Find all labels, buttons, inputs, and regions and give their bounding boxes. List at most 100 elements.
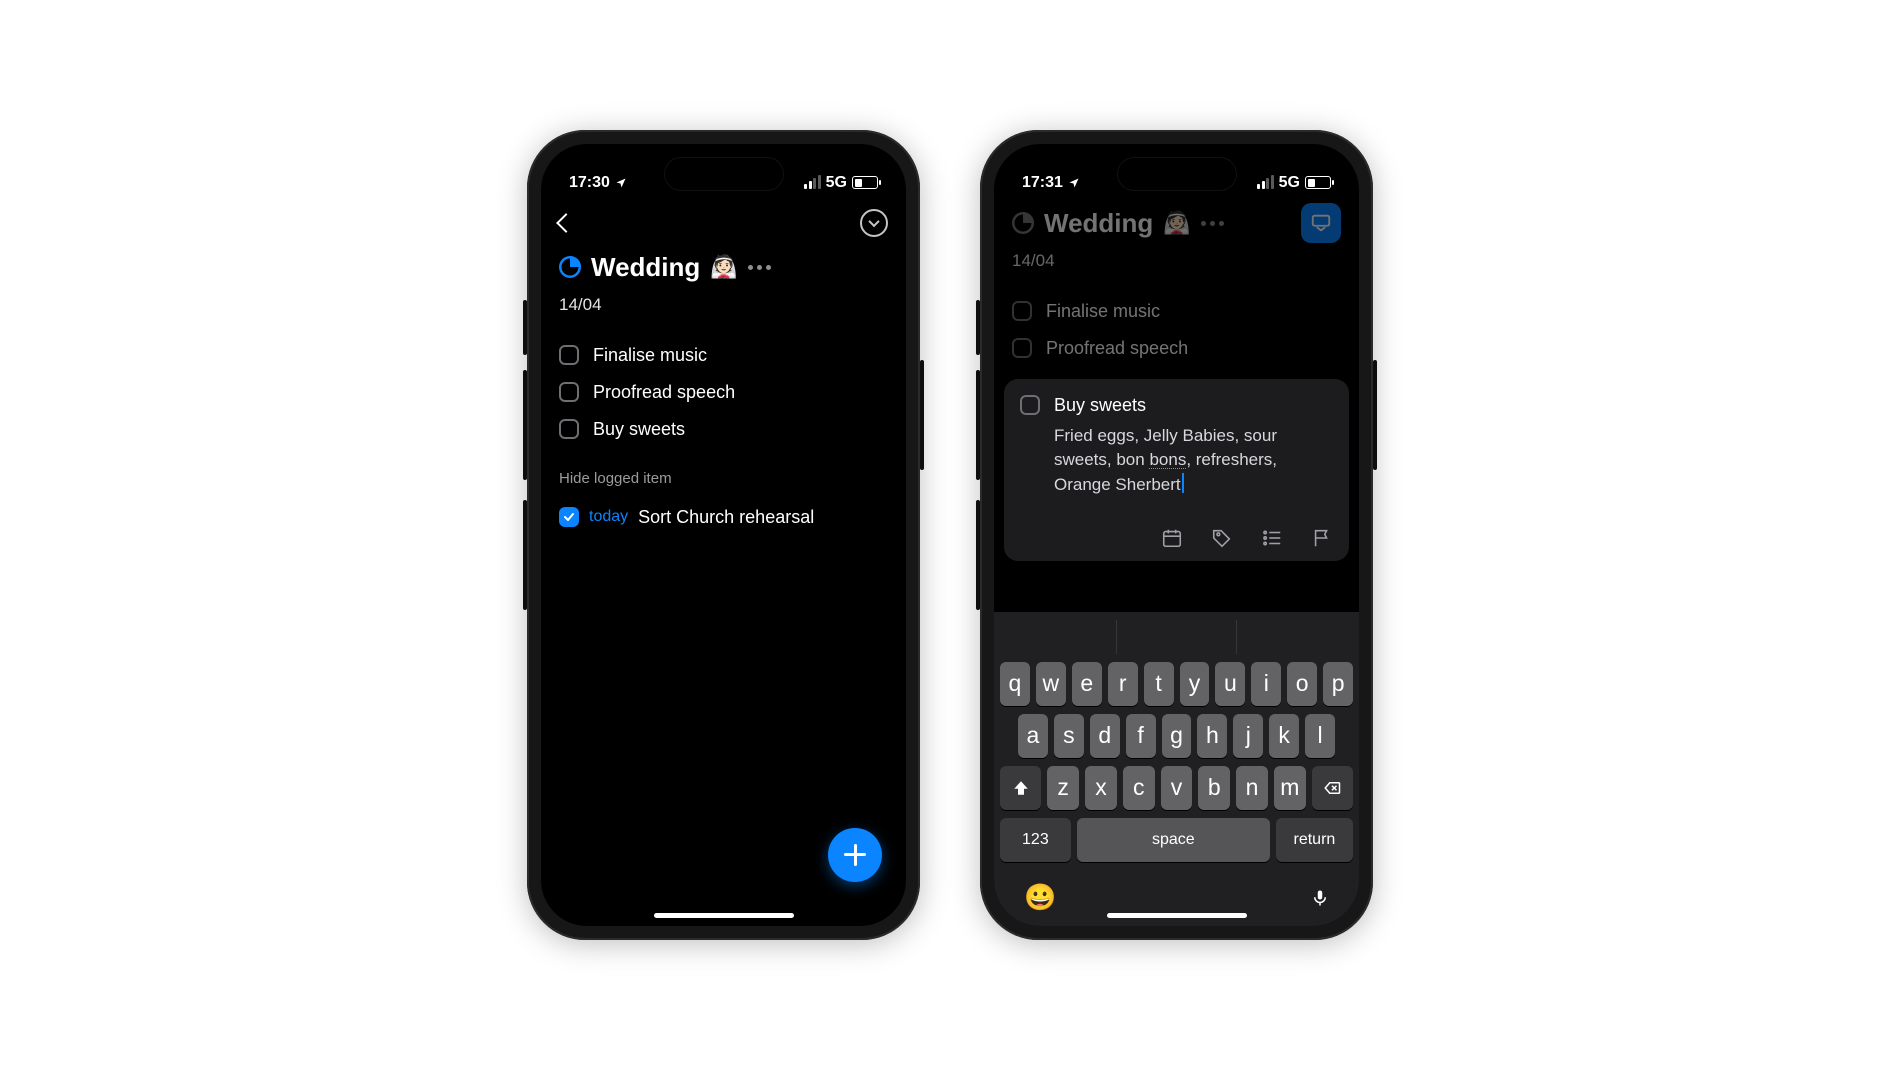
key-v[interactable]: v <box>1161 766 1193 810</box>
progress-ring-icon <box>1012 212 1034 234</box>
expand-button[interactable] <box>860 209 888 237</box>
today-tag: today <box>589 508 628 526</box>
bride-emoji-icon: 👰🏻 <box>1163 210 1190 236</box>
flag-icon[interactable] <box>1311 527 1333 549</box>
project-date: 14/04 <box>559 295 888 315</box>
key-w[interactable]: w <box>1036 662 1066 706</box>
keyboard-row-3: zxcvbnm <box>1000 766 1353 810</box>
edit-task-notes[interactable]: Fried eggs, Jelly Babies, sour sweets, b… <box>1054 424 1333 498</box>
task-title: Buy sweets <box>593 419 685 440</box>
checklist-icon[interactable] <box>1261 527 1283 549</box>
checkbox-icon[interactable] <box>1012 301 1032 321</box>
key-k[interactable]: k <box>1269 714 1299 758</box>
dynamic-island <box>1117 157 1237 191</box>
return-key[interactable]: return <box>1276 818 1353 862</box>
bride-emoji-icon: 👰🏻 <box>710 254 737 280</box>
key-r[interactable]: r <box>1108 662 1138 706</box>
key-q[interactable]: q <box>1000 662 1030 706</box>
status-network: 5G <box>826 174 847 192</box>
checkbox-checked-icon[interactable] <box>559 507 579 527</box>
signal-icon <box>1257 177 1274 189</box>
phone-left: 17:30 5G Wedding 👰🏻 14/04 <box>527 130 920 940</box>
back-button[interactable] <box>556 213 576 233</box>
task-row[interactable]: Proofread speech <box>559 382 888 403</box>
shift-key[interactable] <box>1000 766 1041 810</box>
page-title: Wedding <box>591 252 700 283</box>
calendar-icon[interactable] <box>1161 527 1183 549</box>
keyboard-row-2: asdfghjkl <box>1000 714 1353 758</box>
location-icon <box>615 177 627 189</box>
space-key[interactable]: space <box>1077 818 1270 862</box>
edit-toolbar <box>1020 527 1333 549</box>
task-row[interactable]: Proofread speech <box>1012 338 1341 359</box>
key-n[interactable]: n <box>1236 766 1268 810</box>
task-row[interactable]: Buy sweets <box>559 419 888 440</box>
nav-bar <box>541 198 906 248</box>
key-o[interactable]: o <box>1287 662 1317 706</box>
tag-icon[interactable] <box>1211 527 1233 549</box>
location-icon <box>1068 177 1080 189</box>
key-d[interactable]: d <box>1090 714 1120 758</box>
numbers-key[interactable]: 123 <box>1000 818 1071 862</box>
project-header: Wedding 👰🏻 14/04 <box>541 248 906 315</box>
battery-icon <box>1305 176 1331 189</box>
checkbox-icon[interactable] <box>559 382 579 402</box>
key-g[interactable]: g <box>1162 714 1192 758</box>
checkbox-icon[interactable] <box>1020 395 1040 415</box>
text-cursor <box>1182 473 1184 493</box>
key-u[interactable]: u <box>1215 662 1245 706</box>
key-b[interactable]: b <box>1198 766 1230 810</box>
emoji-key[interactable]: 😀 <box>1024 882 1056 913</box>
predictive-bar[interactable] <box>998 620 1355 654</box>
add-task-button[interactable] <box>828 828 882 882</box>
key-s[interactable]: s <box>1054 714 1084 758</box>
key-y[interactable]: y <box>1180 662 1210 706</box>
key-i[interactable]: i <box>1251 662 1281 706</box>
status-network: 5G <box>1279 174 1300 192</box>
screen: 17:31 5G Wedding 👰🏻 14/04 <box>994 144 1359 926</box>
task-edit-card[interactable]: Buy sweets Fried eggs, Jelly Babies, sou… <box>1004 379 1349 562</box>
edit-task-title[interactable]: Buy sweets <box>1054 395 1333 416</box>
status-time: 17:30 <box>569 174 610 192</box>
key-h[interactable]: h <box>1197 714 1227 758</box>
more-button[interactable] <box>1201 221 1224 226</box>
checkbox-icon[interactable] <box>1012 338 1032 358</box>
phone-right: 17:31 5G Wedding 👰🏻 14/04 <box>980 130 1373 940</box>
key-x[interactable]: x <box>1085 766 1117 810</box>
dictation-key[interactable] <box>1311 885 1329 911</box>
home-indicator[interactable] <box>1107 913 1247 918</box>
task-title: Proofread speech <box>593 382 735 403</box>
key-a[interactable]: a <box>1018 714 1048 758</box>
task-title: Finalise music <box>1046 301 1160 322</box>
keyboard: qwertyuiop asdfghjkl zxcvbnm 123 space r… <box>994 612 1359 926</box>
home-indicator[interactable] <box>654 913 794 918</box>
key-e[interactable]: e <box>1072 662 1102 706</box>
checkbox-icon[interactable] <box>559 345 579 365</box>
key-c[interactable]: c <box>1123 766 1155 810</box>
task-list: Finalise music Proofread speech <box>994 271 1359 359</box>
task-title: Proofread speech <box>1046 338 1188 359</box>
task-list: Finalise music Proofread speech Buy swee… <box>541 315 906 440</box>
task-title: Finalise music <box>593 345 707 366</box>
keyboard-row-4: 123 space return <box>1000 818 1353 862</box>
progress-ring-icon <box>559 256 581 278</box>
more-button[interactable] <box>748 265 771 270</box>
logged-task-title: Sort Church rehearsal <box>638 507 814 528</box>
checkbox-icon[interactable] <box>559 419 579 439</box>
key-f[interactable]: f <box>1126 714 1156 758</box>
key-j[interactable]: j <box>1233 714 1263 758</box>
key-l[interactable]: l <box>1305 714 1335 758</box>
key-t[interactable]: t <box>1144 662 1174 706</box>
logged-task-row[interactable]: today Sort Church rehearsal <box>541 487 906 548</box>
page-title: Wedding <box>1044 208 1153 239</box>
delete-key[interactable] <box>1312 766 1353 810</box>
project-date: 14/04 <box>1012 251 1341 271</box>
hide-logged-toggle[interactable]: Hide logged item <box>541 440 906 487</box>
signal-icon <box>804 177 821 189</box>
task-row[interactable]: Finalise music <box>1012 301 1341 322</box>
task-row[interactable]: Finalise music <box>559 345 888 366</box>
key-m[interactable]: m <box>1274 766 1306 810</box>
key-p[interactable]: p <box>1323 662 1353 706</box>
key-z[interactable]: z <box>1047 766 1079 810</box>
keyboard-row-1: qwertyuiop <box>1000 662 1353 706</box>
